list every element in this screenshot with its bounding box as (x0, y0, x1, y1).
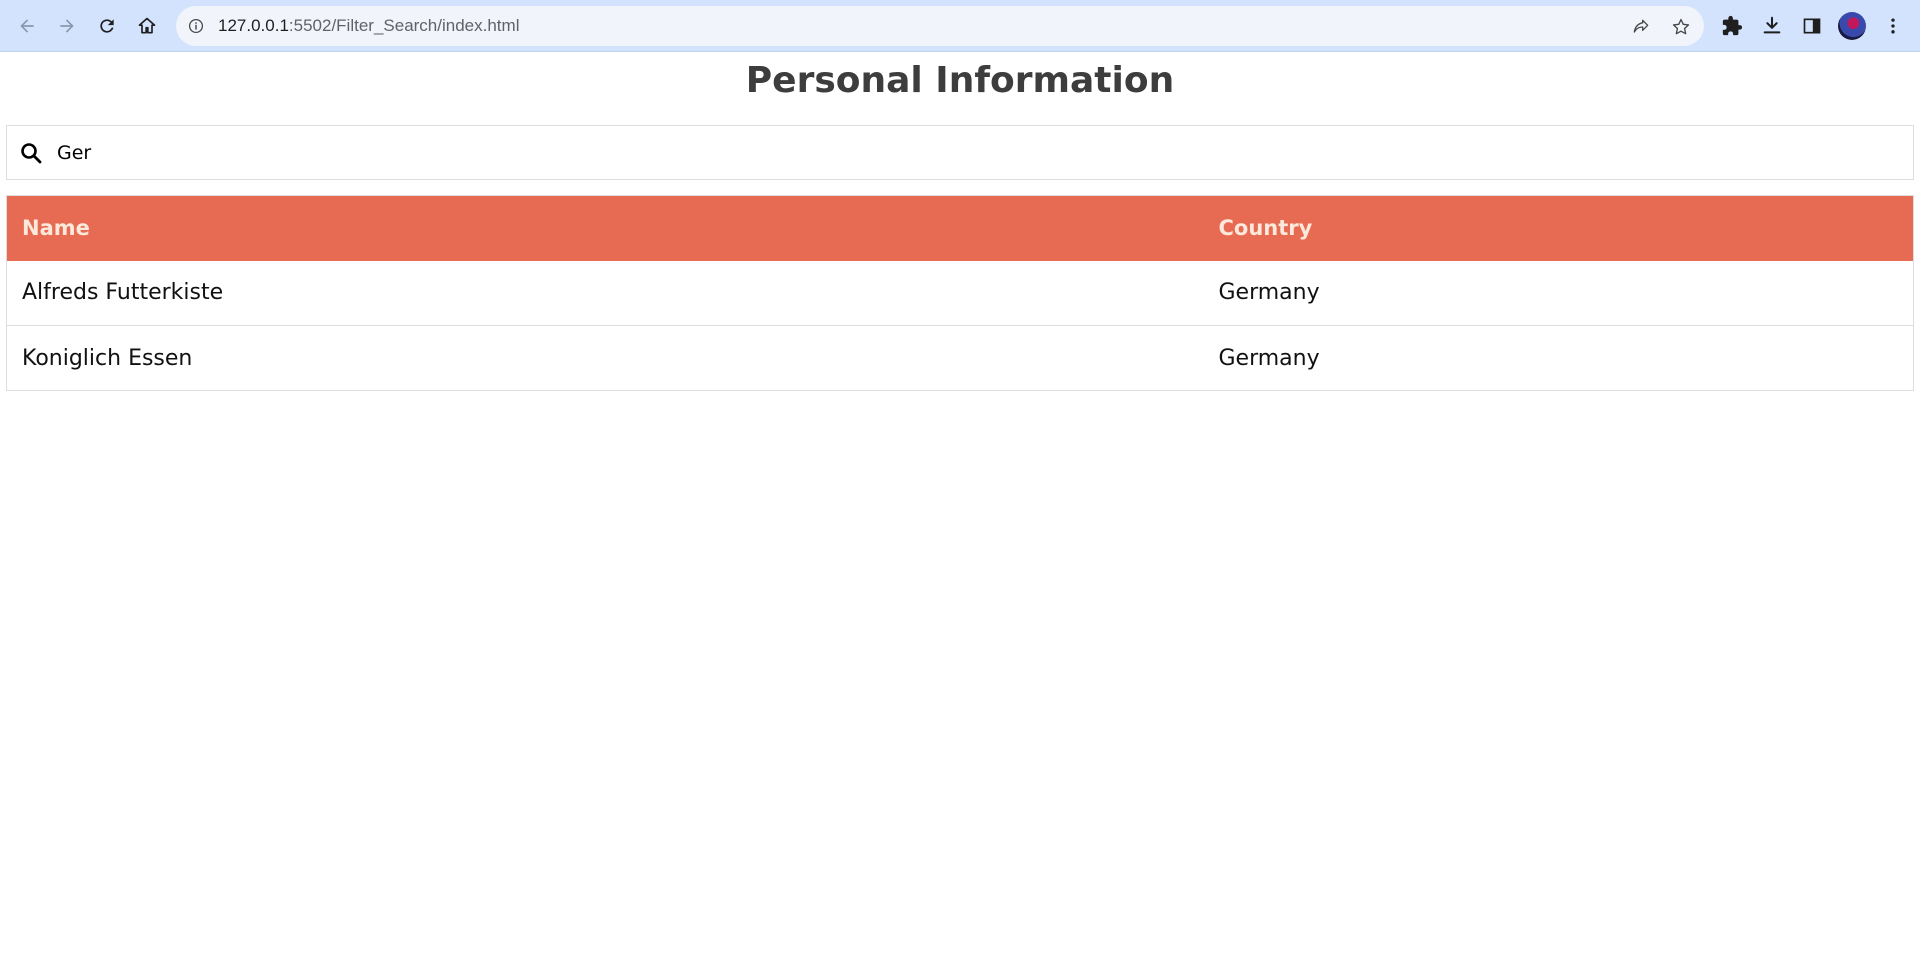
table-header-row: Name Country (6, 195, 1914, 261)
url-text[interactable]: 127.0.0.1:5502/Filter_Search/index.html (218, 16, 519, 36)
cell-country: Germany (1203, 325, 1914, 391)
data-table: Name Country Alfreds Futterkiste Germany… (6, 195, 1914, 391)
column-header-country[interactable]: Country (1203, 195, 1914, 261)
forward-button[interactable] (51, 10, 83, 42)
info-icon[interactable] (186, 16, 206, 36)
home-button[interactable] (131, 10, 163, 42)
cell-name: Alfreds Futterkiste (6, 260, 1204, 326)
reload-icon (100, 19, 114, 33)
toolbar-divider (0, 51, 1920, 52)
cell-name: Koniglich Essen (6, 325, 1204, 391)
search-icon (21, 143, 42, 164)
kebab-menu-icon[interactable] (1879, 12, 1907, 40)
table-row[interactable]: Koniglich Essen Germany (6, 325, 1914, 391)
side-panel-icon[interactable] (1798, 12, 1826, 40)
address-bar[interactable]: 127.0.0.1:5502/Filter_Search/index.html (176, 6, 1704, 46)
column-header-name[interactable]: Name (6, 195, 1204, 261)
reload-button[interactable] (91, 10, 123, 42)
share-icon[interactable] (1630, 16, 1652, 38)
star-icon[interactable] (1670, 16, 1692, 38)
search-box[interactable] (6, 125, 1914, 180)
forward-arrow-icon (60, 19, 74, 33)
table-row[interactable]: Alfreds Futterkiste Germany (6, 260, 1914, 326)
cell-country: Germany (1203, 260, 1914, 326)
avatar[interactable] (1838, 12, 1866, 40)
url-host: 127.0.0.1 (218, 16, 289, 35)
home-icon (138, 17, 156, 34)
page-title: Personal Information (745, 60, 1175, 101)
back-button[interactable] (11, 10, 43, 42)
download-icon[interactable] (1758, 12, 1786, 40)
search-input[interactable] (57, 136, 1897, 170)
browser-toolbar: 127.0.0.1:5502/Filter_Search/index.html (0, 0, 1920, 52)
back-arrow-icon (20, 19, 34, 33)
puzzle-icon[interactable] (1718, 12, 1746, 40)
url-path: :5502/Filter_Search/index.html (288, 16, 520, 35)
